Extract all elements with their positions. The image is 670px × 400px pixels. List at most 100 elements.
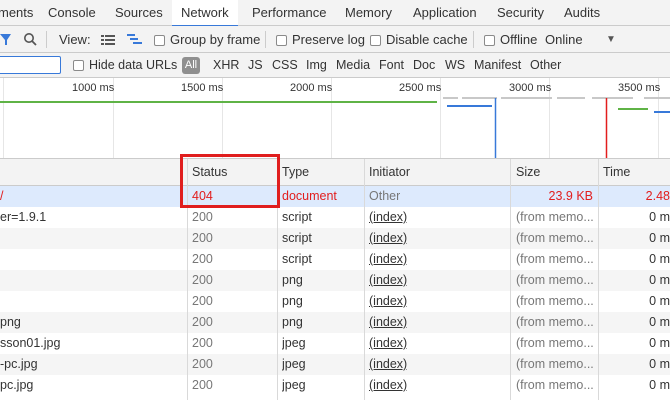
request-type: jpeg <box>282 336 306 350</box>
network-toolbar: View: Group by frame Preserve log Disabl… <box>0 26 670 53</box>
request-status: 200 <box>192 378 213 392</box>
request-initiator: Other <box>369 189 401 203</box>
tab-memory[interactable]: Memory <box>345 0 392 26</box>
request-type: png <box>282 315 303 329</box>
search-icon[interactable] <box>23 26 37 53</box>
request-time: 0 m <box>649 357 670 371</box>
filter-doc[interactable]: Doc <box>413 53 435 78</box>
initiator-link[interactable]: (index) <box>369 207 407 228</box>
timeline-overview[interactable]: 1000 ms 1500 ms 2000 ms 2500 ms 3000 ms … <box>0 78 670 159</box>
request-time: 0 m <box>649 336 670 350</box>
request-status: 200 <box>192 336 213 350</box>
request-name: pc.jpg <box>0 378 34 392</box>
initiator-link[interactable]: (index) <box>369 333 407 354</box>
request-size: (from memo... <box>516 273 594 287</box>
request-status: 200 <box>192 231 213 245</box>
table-row[interactable]: 200 png (index) (from memo... 0 m <box>0 291 670 312</box>
filter-icon[interactable] <box>0 26 12 53</box>
request-type: script <box>282 252 312 266</box>
column-divider[interactable] <box>510 159 511 400</box>
filter-js[interactable]: JS <box>248 53 263 78</box>
request-time: 0 m <box>649 315 670 329</box>
request-time: 0 m <box>649 294 670 308</box>
column-header-initiator[interactable]: Initiator <box>369 159 410 186</box>
request-time: 0 m <box>649 231 670 245</box>
column-header-type[interactable]: Type <box>282 159 309 186</box>
request-time: 0 m <box>649 210 670 224</box>
request-status: 200 <box>192 273 213 287</box>
request-size: 23.9 KB <box>548 189 593 203</box>
filter-media[interactable]: Media <box>336 53 370 78</box>
request-name: png <box>0 315 21 329</box>
filter-other[interactable]: Other <box>530 53 561 78</box>
column-divider[interactable] <box>364 159 365 400</box>
offline-checkbox[interactable]: Offline <box>484 26 537 53</box>
initiator-link[interactable]: (index) <box>369 312 407 333</box>
filter-css[interactable]: CSS <box>272 53 298 78</box>
column-divider[interactable] <box>598 159 599 400</box>
tab-elements[interactable]: ments <box>0 0 40 26</box>
group-by-frame-checkbox[interactable]: Group by frame <box>154 26 260 53</box>
request-name: -pc.jpg <box>0 357 38 371</box>
timeline-bars <box>0 97 670 158</box>
request-size: (from memo... <box>516 378 594 392</box>
initiator-link[interactable]: (index) <box>369 291 407 312</box>
filter-img[interactable]: Img <box>306 53 327 78</box>
request-table-header: Status Type Initiator Size Time <box>0 159 670 186</box>
initiator-link[interactable]: (index) <box>369 249 407 270</box>
table-row[interactable]: sson01.jpg 200 jpeg (index) (from memo..… <box>0 333 670 354</box>
request-name: / <box>0 189 4 203</box>
table-row[interactable]: -pc.jpg 200 jpeg (index) (from memo... 0… <box>0 354 670 375</box>
column-header-size[interactable]: Size <box>516 159 540 186</box>
table-row[interactable]: 200 script (index) (from memo... 0 m <box>0 249 670 270</box>
preserve-log-checkbox[interactable]: Preserve log <box>276 26 365 53</box>
throttling-select[interactable]: Online <box>545 26 583 53</box>
table-row[interactable]: / 404 document Other 23.9 KB 2.48 <box>0 186 670 207</box>
request-name <box>0 228 180 249</box>
disable-cache-checkbox[interactable]: Disable cache <box>370 26 468 53</box>
request-size: (from memo... <box>516 336 594 350</box>
table-row[interactable]: pc.jpg 200 jpeg (index) (from memo... 0 … <box>0 375 670 396</box>
request-type: jpeg <box>282 378 306 392</box>
request-size: (from memo... <box>516 294 594 308</box>
table-row[interactable]: er=1.9.1 200 script (index) (from memo..… <box>0 207 670 228</box>
tab-application[interactable]: Application <box>413 0 477 26</box>
request-status: 200 <box>192 357 213 371</box>
table-row[interactable]: 200 script (index) (from memo... 0 m <box>0 228 670 249</box>
filter-all-button[interactable]: All <box>182 57 200 74</box>
large-rows-icon[interactable] <box>101 26 115 53</box>
tab-performance[interactable]: Performance <box>252 0 326 26</box>
filter-bar: Hide data URLs All XHR JS CSS Img Media … <box>0 53 670 78</box>
waterfall-view-icon[interactable] <box>127 26 143 53</box>
request-type: png <box>282 294 303 308</box>
request-time: 2.48 <box>645 189 670 203</box>
tab-audits[interactable]: Audits <box>564 0 600 26</box>
filter-font[interactable]: Font <box>379 53 404 78</box>
request-status: 200 <box>192 252 213 266</box>
request-type: document <box>282 189 337 203</box>
request-time: 0 m <box>649 378 670 392</box>
request-status: 200 <box>192 210 213 224</box>
initiator-link[interactable]: (index) <box>369 270 407 291</box>
view-label: View: <box>59 32 91 47</box>
request-time: 0 m <box>649 252 670 266</box>
initiator-link[interactable]: (index) <box>369 228 407 249</box>
tab-console[interactable]: Console <box>48 0 96 26</box>
tab-sources[interactable]: Sources <box>115 0 163 26</box>
filter-ws[interactable]: WS <box>445 53 465 78</box>
tab-security[interactable]: Security <box>497 0 544 26</box>
request-name: sson01.jpg <box>0 336 61 350</box>
table-row[interactable]: 200 png (index) (from memo... 0 m <box>0 270 670 291</box>
tab-network[interactable]: Network <box>172 0 238 27</box>
hide-data-urls-checkbox[interactable]: Hide data URLs <box>73 53 177 78</box>
initiator-link[interactable]: (index) <box>369 354 407 375</box>
initiator-link[interactable]: (index) <box>369 375 407 396</box>
throttling-dropdown-icon[interactable]: ▼ <box>606 26 616 53</box>
table-row[interactable]: png 200 png (index) (from memo... 0 m <box>0 312 670 333</box>
column-header-time[interactable]: Time <box>603 159 630 186</box>
request-name <box>0 270 180 291</box>
request-size: (from memo... <box>516 357 594 371</box>
filter-xhr[interactable]: XHR <box>213 53 239 78</box>
filter-manifest[interactable]: Manifest <box>474 53 521 78</box>
filter-input[interactable] <box>0 56 61 74</box>
